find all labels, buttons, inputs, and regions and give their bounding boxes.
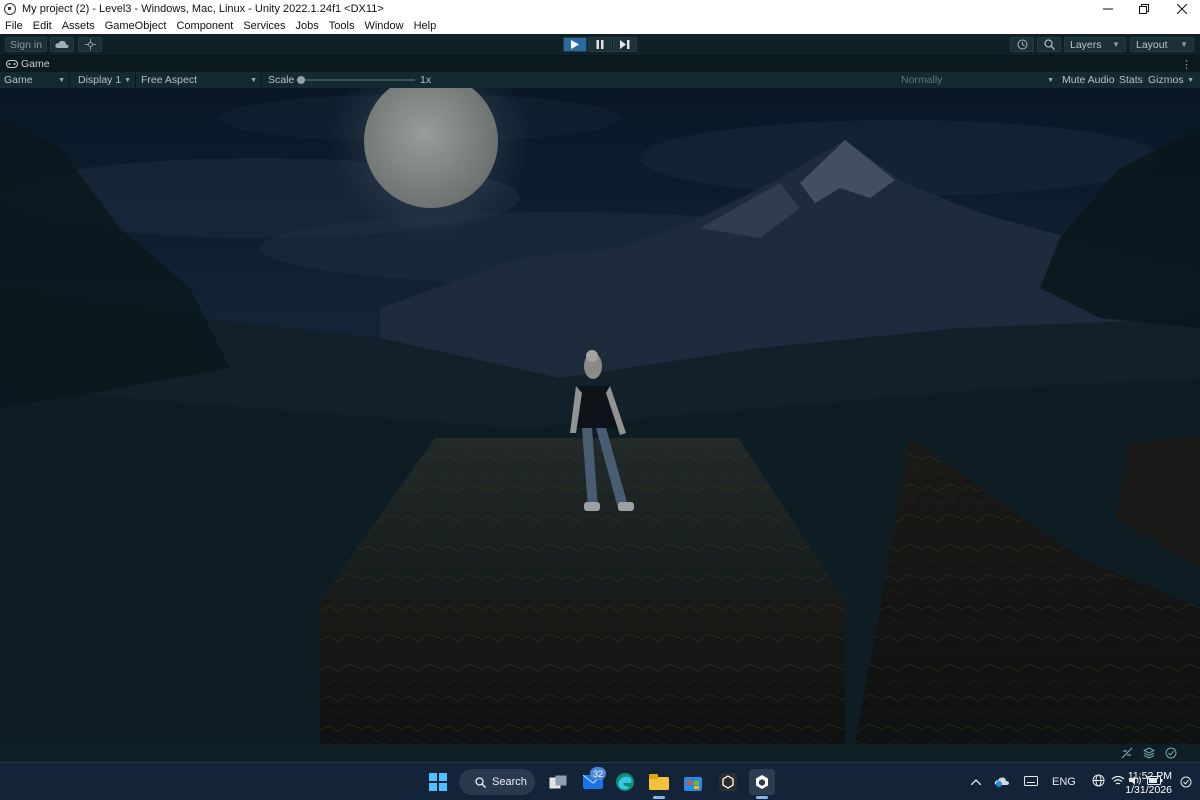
gizmos-dropdown[interactable]: Gizmos ▼ (1148, 72, 1198, 88)
pause-icon (596, 40, 604, 49)
more-options-icon[interactable]: ⋮ (1181, 58, 1192, 71)
chevron-down-icon: ▼ (124, 76, 131, 84)
windows-start-icon[interactable] (425, 769, 451, 795)
play-mode-select[interactable]: Normally ▼ (898, 72, 1058, 88)
menu-services[interactable]: Services (238, 20, 290, 32)
chevron-up-icon[interactable] (968, 776, 984, 788)
title-bar: My project (2) - Level3 - Windows, Mac, … (0, 0, 1200, 18)
menu-file[interactable]: File (0, 20, 28, 32)
globe-icon[interactable] (1092, 774, 1105, 790)
status-bar (0, 744, 1200, 762)
history-icon (1017, 39, 1027, 50)
active-app-indicator (756, 796, 768, 799)
layers-icon[interactable] (1143, 747, 1155, 759)
chevron-down-icon: ▼ (1047, 76, 1054, 84)
scale-slider-track[interactable] (300, 79, 415, 81)
mute-audio-button[interactable]: Mute Audio (1062, 72, 1115, 88)
scale-slider-handle[interactable] (297, 76, 305, 84)
edge-icon[interactable] (612, 769, 638, 795)
game-view-toolbar: Game ▼ Display 1 ▼ Free Aspect ▼ Scale 1… (0, 72, 1200, 88)
chevron-down-icon: ▼ (1112, 40, 1120, 49)
minimize-icon[interactable] (1090, 0, 1126, 18)
view-select-label: Game (4, 74, 33, 86)
main-toolbar: Sign in Layers ▼ Layout ▼ (0, 34, 1200, 56)
menu-bar: File Edit Assets GameObject Component Se… (0, 18, 1200, 34)
mail-badge: 32 (590, 767, 607, 780)
menu-tools[interactable]: Tools (324, 20, 360, 32)
menu-window[interactable]: Window (359, 20, 408, 32)
tab-game-label: Game (21, 58, 50, 70)
layout-dropdown[interactable]: Layout ▼ (1130, 37, 1194, 52)
store-icon[interactable] (680, 769, 706, 795)
tab-game[interactable]: Game (0, 58, 50, 70)
tab-bar: Game ⋮ (0, 56, 1200, 72)
active-app-indicator (653, 796, 665, 799)
close-icon[interactable] (1164, 0, 1200, 18)
file-explorer-icon[interactable] (646, 769, 672, 795)
aspect-select[interactable]: Free Aspect ▼ (138, 72, 262, 88)
layers-label: Layers (1070, 38, 1102, 51)
chevron-down-icon: ▼ (250, 76, 257, 84)
search-icon (475, 776, 486, 788)
menu-help[interactable]: Help (409, 20, 442, 32)
wifi-icon[interactable] (1111, 775, 1125, 789)
history-button[interactable] (1010, 37, 1034, 52)
chevron-down-icon: ▼ (1187, 76, 1194, 84)
cloud-button[interactable] (50, 37, 74, 52)
play-button[interactable] (563, 37, 587, 52)
unity-hub-icon[interactable] (715, 769, 741, 795)
menu-assets[interactable]: Assets (57, 20, 100, 32)
gizmos-label: Gizmos (1148, 74, 1184, 86)
aspect-select-label: Free Aspect (141, 74, 198, 86)
play-icon (571, 40, 579, 49)
taskbar-clock[interactable]: 11:52 PM 1/31/2026 (1125, 769, 1172, 797)
scale-value: 1x (420, 74, 432, 86)
onedrive-icon[interactable] (994, 775, 1010, 790)
task-view-icon[interactable] (545, 769, 571, 795)
taskbar: Search 32 ENG 11:52 PM 1/31/2026 (0, 762, 1200, 800)
display-select[interactable]: Display 1 ▼ (72, 72, 136, 88)
layout-label: Layout (1136, 38, 1168, 51)
menu-edit[interactable]: Edit (28, 20, 57, 32)
unity-editor-icon[interactable] (749, 769, 775, 795)
taskbar-search-label: Search (492, 776, 527, 788)
chevron-down-icon: ▼ (58, 76, 65, 84)
layers-dropdown[interactable]: Layers ▼ (1064, 37, 1126, 52)
collab-button[interactable] (78, 37, 102, 52)
step-icon (620, 40, 630, 49)
search-button[interactable] (1037, 37, 1061, 52)
clock-date: 1/31/2026 (1125, 784, 1172, 796)
view-select[interactable]: Game ▼ (0, 72, 70, 88)
restore-icon[interactable] (1126, 0, 1162, 18)
clock-time: 11:52 PM (1127, 770, 1172, 782)
cloud-icon (55, 40, 69, 48)
pause-button[interactable] (588, 37, 612, 52)
play-mode-label: Normally (901, 74, 943, 86)
unity-logo-icon (4, 3, 16, 15)
game-viewport[interactable] (0, 88, 1200, 744)
gamepad-icon (6, 60, 18, 68)
step-button[interactable] (613, 37, 637, 52)
search-icon (1043, 39, 1055, 50)
scale-label: Scale (268, 74, 295, 86)
chevron-down-icon: ▼ (1180, 40, 1188, 49)
menu-component[interactable]: Component (171, 20, 238, 32)
keyboard-icon[interactable] (1024, 775, 1038, 789)
play-controls (563, 37, 637, 52)
sign-in-button[interactable]: Sign in (5, 37, 47, 52)
display-select-label: Display 1 (78, 74, 122, 86)
menu-gameobject[interactable]: GameObject (100, 20, 172, 32)
collab-icon (84, 39, 96, 50)
sign-in-label: Sign in (9, 38, 43, 51)
window-title: My project (2) - Level3 - Windows, Mac, … (22, 3, 384, 15)
check-icon[interactable] (1165, 747, 1177, 759)
taskbar-search[interactable]: Search (459, 769, 535, 795)
notification-icon[interactable] (1180, 776, 1192, 791)
game-scene (0, 88, 1200, 744)
language-indicator[interactable]: ENG (1052, 776, 1076, 788)
stats-button[interactable]: Stats (1119, 72, 1143, 88)
menu-jobs[interactable]: Jobs (291, 20, 324, 32)
network-icon[interactable] (1121, 747, 1133, 759)
